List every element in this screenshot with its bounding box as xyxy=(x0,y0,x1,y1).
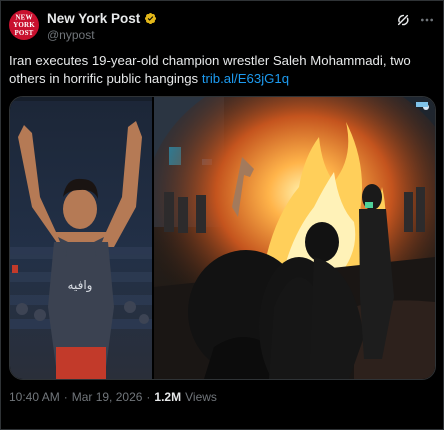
verified-badge-icon xyxy=(145,12,157,25)
svg-text:وافیه: وافیه xyxy=(68,278,93,293)
author-display-name[interactable]: New York Post xyxy=(47,11,140,26)
tweet-meta: 10:40 AM · Mar 19, 2026 · 1.2M Views xyxy=(9,390,217,404)
more-options-icon[interactable] xyxy=(419,12,435,28)
tweet-media[interactable]: وافیه xyxy=(9,96,436,380)
author-handle[interactable]: @nypost xyxy=(47,28,95,42)
avatar[interactable]: NEW YORK POST xyxy=(9,10,39,40)
media-image-protest-fire[interactable] xyxy=(154,97,435,379)
tweet-link[interactable]: trib.al/E63jG1q xyxy=(202,71,289,86)
protest-fire-photo xyxy=(154,97,435,379)
meta-separator-2: · xyxy=(146,390,151,404)
tweet-date[interactable]: Mar 19, 2026 xyxy=(72,390,143,404)
media-image-wrestler[interactable]: وافیه xyxy=(10,97,152,379)
meta-separator: · xyxy=(63,390,68,404)
views-label: Views xyxy=(185,390,217,404)
tweet-time[interactable]: 10:40 AM xyxy=(9,390,60,404)
wrestler-photo: وافیه xyxy=(10,97,152,379)
views-count: 1.2M xyxy=(154,390,182,404)
grok-icon[interactable] xyxy=(395,12,411,28)
tweet-text: Iran executes 19-year-old champion wrest… xyxy=(9,52,434,88)
tweet-header: NEW YORK POST New York Post @nypost xyxy=(9,10,435,46)
author-name-row: New York Post xyxy=(47,11,157,26)
avatar-logo-text: NEW YORK POST xyxy=(13,12,35,37)
